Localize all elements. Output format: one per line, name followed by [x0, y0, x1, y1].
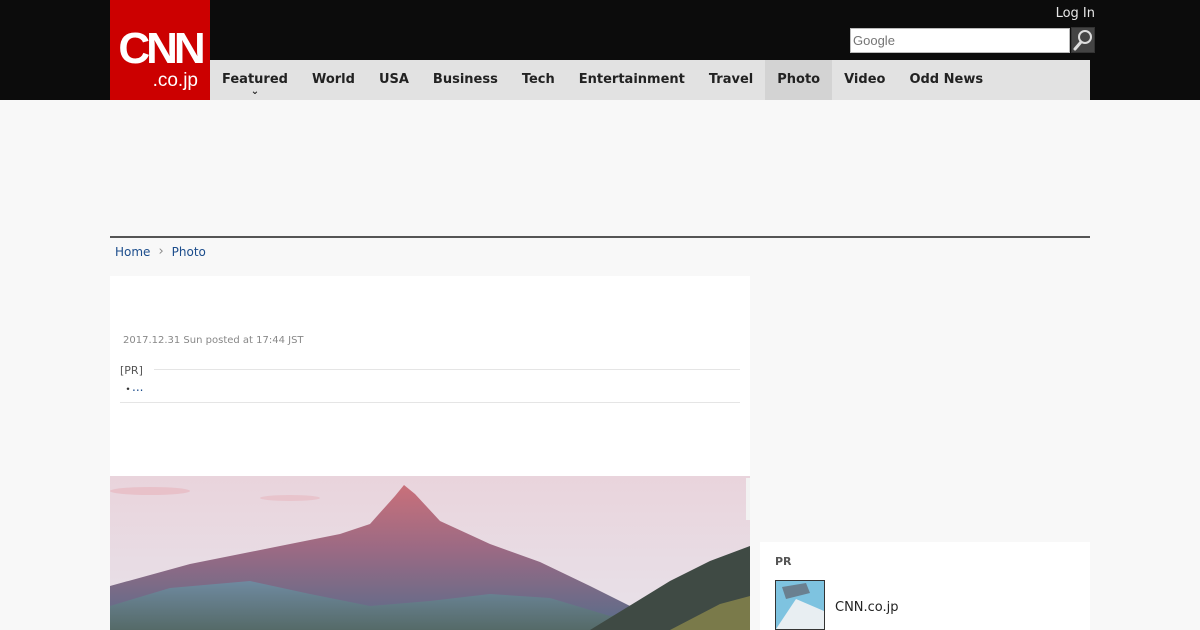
nav-item-label: Odd News: [909, 72, 984, 87]
login-link[interactable]: Log In: [1056, 6, 1095, 21]
nav-item-business[interactable]: Business: [421, 60, 510, 100]
breadcrumb: Home › Photo: [115, 244, 206, 259]
logo-main-text: CNN: [118, 24, 205, 73]
nav-item-label: Photo: [777, 72, 821, 87]
cnn-logo[interactable]: CNN .co.jp: [110, 0, 210, 100]
breadcrumb-home[interactable]: Home: [115, 245, 150, 259]
search-button[interactable]: [1071, 27, 1095, 53]
article-card: 2017.12.31 Sun posted at 17:44 JST [PR] …: [110, 276, 750, 630]
chevron-right-icon: ›: [158, 244, 164, 259]
sidebar-thumbnail[interactable]: [775, 580, 825, 630]
nav-item-entertainment[interactable]: Entertainment: [567, 60, 697, 100]
sidebar-item-link[interactable]: CNN.co.jp: [835, 600, 899, 615]
nav-item-label: Entertainment: [578, 72, 685, 87]
search-input[interactable]: [850, 28, 1070, 53]
nav-item-video[interactable]: Video: [832, 60, 897, 100]
nav-item-label: Business: [432, 72, 498, 87]
pr-bottom-divider: [120, 402, 740, 403]
nav-item-featured[interactable]: Featured ⌄: [210, 60, 300, 100]
mountain-photo[interactable]: [110, 476, 750, 630]
logo-sub-text: .co.jp: [152, 70, 198, 91]
main-nav: Featured ⌄ World USA Business Tech Enter…: [210, 60, 1090, 100]
pr-label: [PR]: [120, 364, 143, 377]
posted-timestamp: 2017.12.31 Sun posted at 17:44 JST: [123, 335, 304, 346]
sidebar-pr-card: PR CNN.co.jp: [760, 542, 1090, 630]
nav-item-world[interactable]: World: [300, 60, 367, 100]
section-divider: [110, 236, 1090, 238]
nav-item-label: Travel: [708, 72, 754, 87]
nav-item-photo[interactable]: Photo: [765, 60, 833, 100]
top-ad-space: [110, 100, 1090, 236]
search-icon: [1073, 30, 1092, 51]
nav-item-usa[interactable]: USA: [367, 60, 421, 100]
nav-item-label: USA: [378, 72, 409, 87]
nav-item-odd-news[interactable]: Odd News: [897, 60, 995, 100]
nav-item-tech[interactable]: Tech: [510, 60, 567, 100]
nav-item-label: World: [311, 72, 355, 87]
breadcrumb-photo[interactable]: Photo: [172, 245, 206, 259]
nav-item-label: Featured: [222, 72, 288, 87]
nav-item-travel[interactable]: Travel: [697, 60, 765, 100]
nav-item-label: Tech: [521, 72, 555, 87]
chevron-down-icon: ⌄: [250, 86, 260, 97]
pr-divider: [154, 369, 740, 370]
pr-link[interactable]: ...: [132, 380, 143, 394]
nav-item-label: Video: [844, 72, 886, 87]
sidebar-pr-label: PR: [775, 555, 792, 568]
